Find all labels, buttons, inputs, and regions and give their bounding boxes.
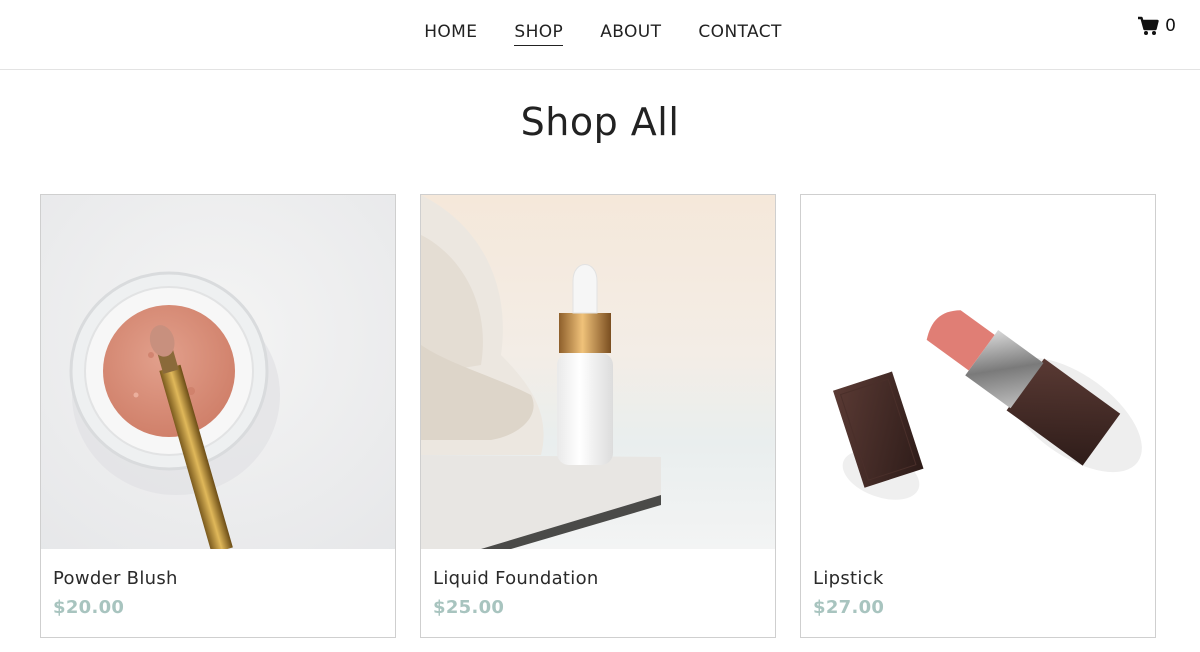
top-navigation-bar: HOME SHOP ABOUT CONTACT 0 xyxy=(0,0,1200,70)
nav-link-contact[interactable]: CONTACT xyxy=(698,20,781,46)
product-image-lipstick[interactable] xyxy=(801,195,1155,549)
cart-button[interactable]: 0 xyxy=(1137,16,1176,36)
product-image-powder-blush[interactable] xyxy=(41,195,395,549)
main-nav: HOME SHOP ABOUT CONTACT xyxy=(0,20,1200,46)
cart-count: 0 xyxy=(1165,16,1176,36)
product-price: $20.00 xyxy=(53,597,125,618)
product-name[interactable]: Powder Blush xyxy=(53,568,178,589)
product-price: $27.00 xyxy=(813,597,885,618)
shopping-cart-icon xyxy=(1137,16,1159,36)
product-name[interactable]: Lipstick xyxy=(813,568,884,589)
nav-link-about[interactable]: ABOUT xyxy=(600,20,661,46)
product-card-powder-blush[interactable]: Powder Blush $20.00 xyxy=(40,194,396,638)
product-card-liquid-foundation[interactable]: Liquid Foundation $25.00 xyxy=(420,194,776,638)
nav-link-shop[interactable]: SHOP xyxy=(514,20,564,46)
product-grid: Powder Blush $20.00 Liquid Foundation $2… xyxy=(40,194,1156,638)
nav-link-home[interactable]: HOME xyxy=(424,20,477,46)
page-title: Shop All xyxy=(520,100,680,144)
product-image-liquid-foundation[interactable] xyxy=(421,195,775,549)
product-price: $25.00 xyxy=(433,597,505,618)
product-name[interactable]: Liquid Foundation xyxy=(433,568,599,589)
product-card-lipstick[interactable]: Lipstick $27.00 xyxy=(800,194,1156,638)
